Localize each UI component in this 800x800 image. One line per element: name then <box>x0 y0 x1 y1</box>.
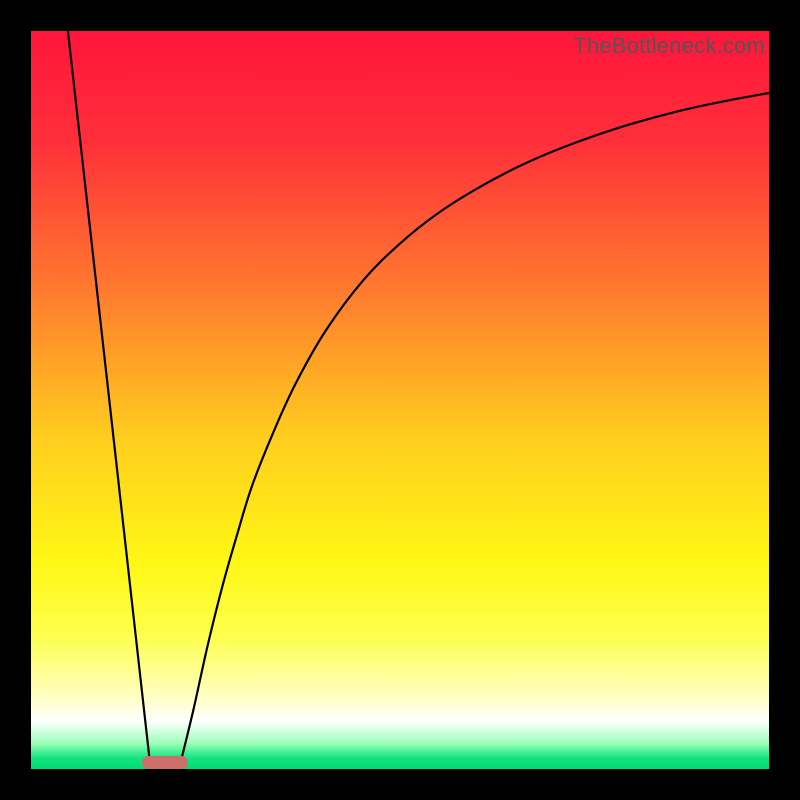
chart-frame: TheBottleneck.com <box>31 31 769 769</box>
curve-layer <box>31 31 769 769</box>
curve-right-branch <box>181 93 769 762</box>
curve-left-branch <box>68 31 150 762</box>
optimal-marker <box>142 756 188 769</box>
watermark-text: TheBottleneck.com <box>573 33 765 59</box>
